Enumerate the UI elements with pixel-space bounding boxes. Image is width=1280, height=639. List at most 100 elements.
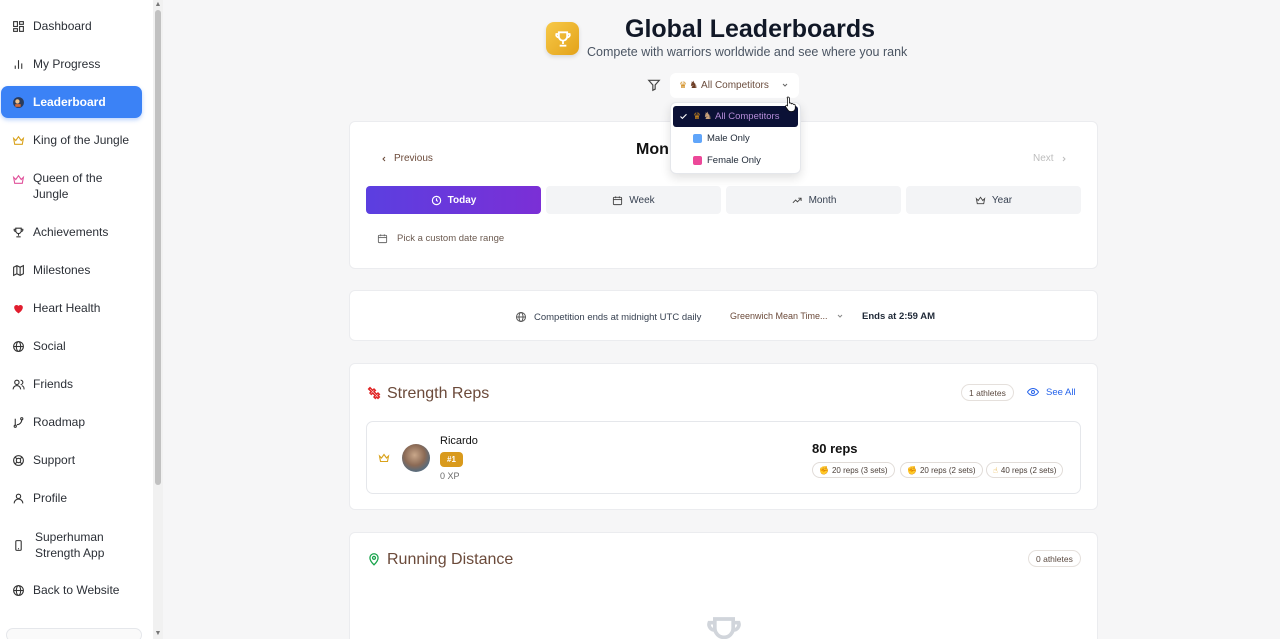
chevron-left-icon: [382, 156, 386, 161]
sidebar-item-leaderboard[interactable]: Leaderboard: [1, 86, 142, 118]
calendar-icon: [377, 234, 388, 244]
sidebar-item-label: Profile: [33, 491, 68, 505]
tab-label: Month: [808, 194, 837, 206]
horse-emoji-icon: ♞: [703, 111, 713, 122]
tab-today[interactable]: Today: [366, 186, 541, 214]
sidebar-item-superhuman-strength-app[interactable]: Superhuman Strength App: [0, 529, 150, 561]
athlete-total: 80 reps: [812, 441, 858, 456]
timezone-select[interactable]: Greenwich Mean Time...: [730, 311, 844, 321]
trending-up-icon: [792, 197, 802, 203]
sidebar-item-label: Leaderboard: [33, 95, 106, 109]
filter-option-all-competitors[interactable]: ♛ ♞ All Competitors: [673, 106, 798, 127]
competitor-filter-menu: ♛ ♞ All Competitors Male Only Female Onl…: [670, 102, 801, 174]
sidebar-item-queen-of-the-jungle[interactable]: Queen of the Jungle: [0, 170, 150, 202]
see-all-label: See All: [1046, 386, 1076, 398]
globe-icon: [516, 312, 526, 322]
previous-label: Previous: [394, 153, 433, 164]
athlete-count-badge: 1 athletes: [961, 384, 1014, 401]
sidebar-item-support[interactable]: Support: [0, 452, 150, 468]
filter-option-female-only[interactable]: Female Only: [673, 150, 798, 171]
lifebuoy-icon: [11, 453, 25, 467]
previous-button[interactable]: Previous: [380, 153, 433, 164]
dumbbell-icon: [367, 386, 381, 400]
competitor-filter-select[interactable]: ♛ ♞ All Competitors: [670, 73, 799, 98]
see-all-link[interactable]: See All: [1027, 386, 1076, 398]
option-label: Male Only: [707, 133, 750, 144]
arm-icon: ☝: [993, 465, 998, 475]
crown-emoji-icon: ♛: [693, 111, 702, 121]
globe-icon: [11, 583, 25, 597]
map-pin-icon: [369, 553, 379, 566]
sidebar-item-label: My Progress: [33, 57, 101, 71]
option-label: All Competitors: [715, 111, 780, 122]
chip-label: 40 reps (2 sets): [1000, 465, 1057, 475]
rep-breakdown-chip: ✊ 20 reps (2 sets): [900, 462, 983, 478]
hand-pointer-cursor-icon: [785, 96, 796, 112]
sidebar-item-label: Support: [33, 453, 76, 467]
map-icon: [11, 263, 25, 277]
chevron-down-icon: [781, 81, 789, 92]
sidebar-scrollbar-thumb[interactable]: [155, 10, 161, 485]
avatar: [402, 444, 430, 472]
tab-year[interactable]: Year: [906, 186, 1081, 214]
chevron-right-icon: [1062, 156, 1066, 161]
filter-option-male-only[interactable]: Male Only: [673, 128, 798, 149]
chip-label: 20 reps (2 sets): [919, 465, 976, 475]
timezone-selected: Greenwich Mean Time...: [730, 311, 828, 321]
sidebar-item-social[interactable]: Social: [0, 338, 150, 354]
heart-icon: [11, 301, 25, 315]
tab-month[interactable]: Month: [726, 186, 901, 214]
sidebar-item-label: Superhuman Strength App: [35, 530, 105, 560]
sidebar-item-label: Back to Website: [33, 583, 120, 597]
sidebar-item-heart-health[interactable]: Heart Health: [0, 300, 150, 316]
scroll-down-arrow-icon[interactable]: ▼: [154, 630, 162, 638]
sidebar-item-profile[interactable]: Profile: [0, 490, 150, 506]
sidebar-item-dashboard[interactable]: Dashboard: [0, 18, 150, 34]
sidebar-item-label: King of the Jungle: [33, 133, 130, 147]
sidebar-item-label: Achievements: [33, 225, 109, 239]
sidebar-item-friends[interactable]: Friends: [0, 376, 150, 392]
tab-week[interactable]: Week: [546, 186, 721, 214]
competition-info: Competition ends at midnight UTC daily: [515, 311, 701, 323]
rep-breakdown-chip: ✊ 20 reps (3 sets): [812, 462, 895, 478]
sidebar-item-label: Heart Health: [33, 301, 101, 315]
rank-badge: #1: [440, 452, 463, 467]
tab-label: Week: [629, 194, 655, 206]
filter-icon: [647, 78, 661, 92]
sidebar-item-achievements[interactable]: Achievements: [0, 224, 150, 240]
timezone-card: Competition ends at midnight UTC daily G…: [349, 290, 1098, 341]
crown-icon: [11, 172, 25, 186]
athlete-count-badge: 0 athletes: [1028, 550, 1081, 567]
chevron-down-icon: [837, 314, 842, 318]
sidebar-item-milestones[interactable]: Milestones: [0, 262, 150, 278]
competition-info-text: Competition ends at midnight UTC daily: [534, 311, 702, 323]
sidebar-item-back-to-website[interactable]: Back to Website: [0, 582, 150, 598]
sidebar-item-label: Dashboard: [33, 19, 92, 33]
check-icon: [673, 112, 693, 121]
sidebar-item-label: Roadmap: [33, 415, 86, 429]
running-distance-card: Running Distance 0 athletes: [349, 532, 1098, 639]
horse-emoji-icon: ♞: [689, 80, 699, 91]
male-symbol-icon: [693, 134, 702, 143]
scroll-up-arrow-icon[interactable]: ▲: [154, 1, 162, 9]
custom-date-range-picker[interactable]: Pick a custom date range: [377, 233, 504, 244]
athlete-name: Ricardo: [440, 435, 478, 447]
calendar-icon: [613, 195, 623, 205]
next-button[interactable]: Next: [1033, 153, 1068, 164]
athlete-row[interactable]: Ricardo #1 0 XP 80 reps ✊ 20 reps (3 set…: [366, 421, 1081, 494]
section-title: Running Distance: [387, 551, 514, 568]
page-title: Global Leaderboards: [625, 15, 876, 43]
leaderboard-icon: [11, 95, 25, 109]
sidebar-item-label: Queen of the Jungle: [33, 171, 103, 201]
trophy-icon: [11, 225, 25, 239]
athlete-xp: 0 XP: [440, 471, 460, 481]
date-range-placeholder: Pick a custom date range: [397, 233, 505, 244]
sidebar-item-roadmap[interactable]: Roadmap: [0, 414, 150, 430]
eye-icon: [1027, 387, 1039, 397]
sidebar-item-my-progress[interactable]: My Progress: [0, 56, 150, 72]
period-title-start: Mon: [636, 141, 669, 158]
next-label: Next: [1033, 153, 1054, 164]
globe-icon: [11, 339, 25, 353]
strength-reps-card: Strength Reps 1 athletes See All Ricardo…: [349, 363, 1098, 510]
sidebar-item-king-of-the-jungle[interactable]: King of the Jungle: [0, 132, 150, 148]
